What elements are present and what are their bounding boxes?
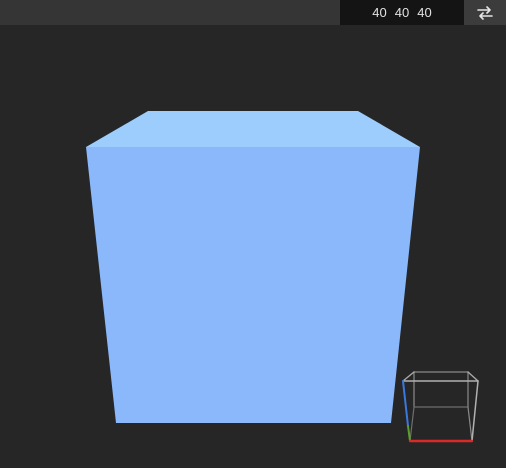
gizmo-z-axis: [402, 380, 409, 427]
dimensions-display[interactable]: 40 40 40: [340, 0, 464, 25]
dimension-z-value[interactable]: 40: [417, 5, 431, 20]
gizmo-edge: [402, 371, 415, 382]
top-toolbar: 40 40 40: [0, 0, 506, 25]
cube-front-face[interactable]: [86, 147, 420, 423]
gizmo-edge: [467, 406, 473, 442]
swap-arrows-icon: [477, 5, 493, 20]
gizmo-back-edges: [413, 371, 469, 408]
dimension-x-value[interactable]: 40: [372, 5, 386, 20]
swap-button[interactable]: [464, 0, 506, 25]
app-window: 40 40 40: [0, 0, 506, 468]
dimension-y-value[interactable]: 40: [395, 5, 409, 20]
orientation-gizmo[interactable]: [396, 364, 486, 454]
gizmo-front-right-edge: [471, 380, 479, 442]
gizmo-y-axis: [407, 425, 411, 442]
cube-top-face[interactable]: [86, 111, 420, 147]
gizmo-edge: [409, 406, 415, 442]
gizmo-edge: [467, 371, 479, 382]
toolbar-spacer: [0, 0, 340, 25]
